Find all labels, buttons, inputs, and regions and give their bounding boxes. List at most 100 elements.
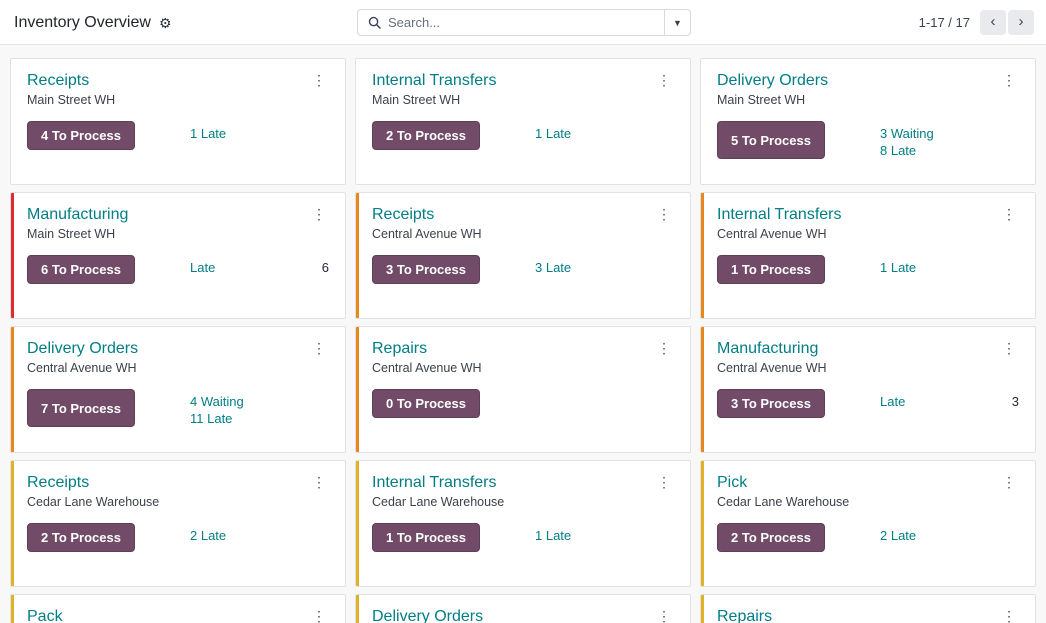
card-title-link[interactable]: Repairs xyxy=(372,339,427,358)
chevron-right-icon: › xyxy=(1018,13,1024,30)
kebab-menu-icon[interactable]: ⋮ xyxy=(999,339,1019,357)
to-process-button[interactable]: 2 To Process xyxy=(372,121,480,151)
card-title-link[interactable]: Delivery Orders xyxy=(717,71,828,90)
operation-type-card: Delivery Orders ⋮ Main Street WH 5 To Pr… xyxy=(700,58,1036,185)
card-title-link[interactable]: Receipts xyxy=(27,473,89,492)
operation-type-card: Internal Transfers ⋮ Main Street WH 2 To… xyxy=(355,58,691,185)
card-accent-bar xyxy=(11,461,14,586)
card-accent-bar xyxy=(356,461,359,586)
operation-type-card: Receipts ⋮ Main Street WH 4 To Process 1… xyxy=(10,58,346,185)
card-title-link[interactable]: Internal Transfers xyxy=(372,473,497,492)
kebab-menu-icon[interactable]: ⋮ xyxy=(999,71,1019,89)
card-accent-bar xyxy=(11,193,14,318)
kebab-menu-icon[interactable]: ⋮ xyxy=(309,71,329,89)
status-count-link[interactable]: 3 Late xyxy=(535,260,674,276)
to-process-button[interactable]: 2 To Process xyxy=(717,523,825,553)
kebab-menu-icon[interactable]: ⋮ xyxy=(999,205,1019,223)
kebab-menu-icon[interactable]: ⋮ xyxy=(309,339,329,357)
kebab-menu-icon[interactable]: ⋮ xyxy=(309,473,329,491)
card-status-links: 4 Waiting 11 Late xyxy=(178,389,329,427)
card-accent-bar xyxy=(356,59,359,184)
operation-type-card: Delivery Orders ⋮ xyxy=(355,594,691,623)
caret-down-icon: ▼ xyxy=(673,17,682,28)
stat-value: 6 xyxy=(321,260,329,276)
card-title-link[interactable]: Internal Transfers xyxy=(372,71,497,90)
to-process-button[interactable]: 1 To Process xyxy=(372,523,480,553)
pager-previous-button[interactable]: ‹ xyxy=(980,10,1006,35)
kebab-menu-icon[interactable]: ⋮ xyxy=(654,71,674,89)
card-title-link[interactable]: Receipts xyxy=(372,205,434,224)
search-input[interactable] xyxy=(388,15,664,30)
page-title: Inventory Overview xyxy=(14,13,151,31)
status-count-link[interactable]: 1 Late xyxy=(880,260,1019,276)
card-title-link[interactable]: Receipts xyxy=(27,71,89,90)
card-warehouse-label: Cedar Lane Warehouse xyxy=(717,495,850,510)
card-title-link[interactable]: Delivery Orders xyxy=(27,339,138,358)
to-process-button[interactable]: 6 To Process xyxy=(27,255,135,285)
card-warehouse-label: Central Avenue WH xyxy=(372,227,482,242)
kebab-menu-icon[interactable]: ⋮ xyxy=(999,473,1019,491)
card-status-links: 3 Waiting 8 Late xyxy=(868,121,1019,159)
status-count-link[interactable]: 4 Waiting xyxy=(190,394,329,410)
top-bar: Inventory Overview ⚙ ▼ 1-17 / 17 ‹ › xyxy=(0,0,1046,45)
to-process-button[interactable]: 3 To Process xyxy=(717,389,825,419)
status-count-link[interactable]: 1 Late xyxy=(535,528,674,544)
card-warehouse-label: Main Street WH xyxy=(717,93,806,108)
status-count-link[interactable]: 1 Late xyxy=(535,126,674,142)
operation-type-card: Repairs ⋮ Central Avenue WH 0 To Process xyxy=(355,326,691,453)
status-count-link[interactable]: 2 Late xyxy=(190,528,329,544)
card-accent-bar xyxy=(701,59,704,184)
card-title-link[interactable]: Internal Transfers xyxy=(717,205,842,224)
to-process-button[interactable]: 5 To Process xyxy=(717,121,825,160)
kebab-menu-icon[interactable]: ⋮ xyxy=(654,339,674,357)
kebab-menu-icon[interactable]: ⋮ xyxy=(309,205,329,223)
status-count-link[interactable]: 3 Waiting xyxy=(880,126,1019,142)
card-warehouse-label: Main Street WH xyxy=(27,227,116,242)
card-title-link[interactable]: Pick xyxy=(717,473,747,492)
kebab-menu-icon[interactable]: ⋮ xyxy=(309,607,329,623)
card-title-link[interactable]: Delivery Orders xyxy=(372,607,483,623)
card-status-links: 1 Late xyxy=(868,255,1019,284)
operation-type-card: Receipts ⋮ Central Avenue WH 3 To Proces… xyxy=(355,192,691,319)
status-count-link[interactable]: 8 Late xyxy=(880,143,1019,159)
to-process-button[interactable]: 4 To Process xyxy=(27,121,135,151)
to-process-button[interactable]: 7 To Process xyxy=(27,389,135,428)
operation-type-card: Delivery Orders ⋮ Central Avenue WH 7 To… xyxy=(10,326,346,453)
status-count-link[interactable]: 1 Late xyxy=(190,126,329,142)
card-warehouse-label: Central Avenue WH xyxy=(372,361,482,376)
card-status-links: Late 3 xyxy=(868,389,1019,418)
card-status-links xyxy=(523,389,674,418)
card-title-link[interactable]: Manufacturing xyxy=(717,339,818,358)
status-count-link[interactable]: 2 Late xyxy=(880,528,1019,544)
to-process-button[interactable]: 2 To Process xyxy=(27,523,135,553)
card-status-links: 1 Late xyxy=(523,523,674,552)
stat-row: Late 3 xyxy=(880,394,1019,409)
pager-range: 1-17 / 17 xyxy=(918,15,970,30)
stat-label-link[interactable]: Late xyxy=(880,394,905,409)
gear-icon[interactable]: ⚙ xyxy=(159,16,172,30)
chevron-left-icon: ‹ xyxy=(990,13,996,30)
card-title-link[interactable]: Repairs xyxy=(717,607,772,623)
kebab-menu-icon[interactable]: ⋮ xyxy=(654,607,674,623)
kebab-menu-icon[interactable]: ⋮ xyxy=(999,607,1019,623)
search-filter-toggle[interactable]: ▼ xyxy=(664,10,690,35)
kebab-menu-icon[interactable]: ⋮ xyxy=(654,205,674,223)
operation-type-card: Manufacturing ⋮ Central Avenue WH 3 To P… xyxy=(700,326,1036,453)
card-title-link[interactable]: Pack xyxy=(27,607,63,623)
kebab-menu-icon[interactable]: ⋮ xyxy=(654,473,674,491)
card-accent-bar xyxy=(701,193,704,318)
stat-label-link[interactable]: Late xyxy=(190,260,215,275)
card-accent-bar xyxy=(11,595,14,623)
card-warehouse-label: Central Avenue WH xyxy=(717,227,827,242)
card-status-links: 1 Late xyxy=(523,121,674,150)
pager-next-button[interactable]: › xyxy=(1008,10,1034,35)
status-count-link[interactable]: 11 Late xyxy=(190,411,329,427)
card-grid: Receipts ⋮ Main Street WH 4 To Process 1… xyxy=(10,58,1036,623)
to-process-button[interactable]: 0 To Process xyxy=(372,389,480,419)
card-accent-bar xyxy=(356,327,359,452)
to-process-button[interactable]: 3 To Process xyxy=(372,255,480,285)
card-accent-bar xyxy=(356,595,359,623)
to-process-button[interactable]: 1 To Process xyxy=(717,255,825,285)
card-title-link[interactable]: Manufacturing xyxy=(27,205,128,224)
card-status-links: Late 6 xyxy=(178,255,329,284)
